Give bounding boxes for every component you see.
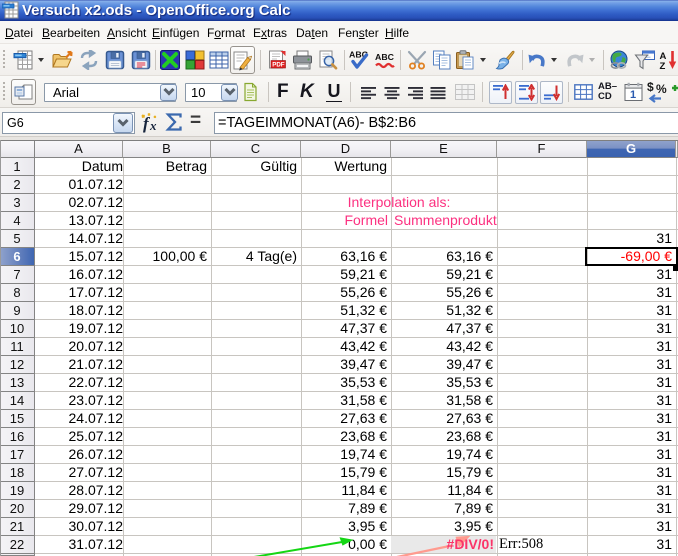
svg-text:ABC: ABC xyxy=(375,52,394,62)
svg-text:Z: Z xyxy=(660,61,666,70)
svg-text:PDF: PDF xyxy=(272,62,285,69)
svg-text:$: $ xyxy=(647,80,654,94)
svg-text:x: x xyxy=(149,118,157,133)
svg-text:%: % xyxy=(656,82,667,96)
svg-text:1: 1 xyxy=(630,89,636,101)
